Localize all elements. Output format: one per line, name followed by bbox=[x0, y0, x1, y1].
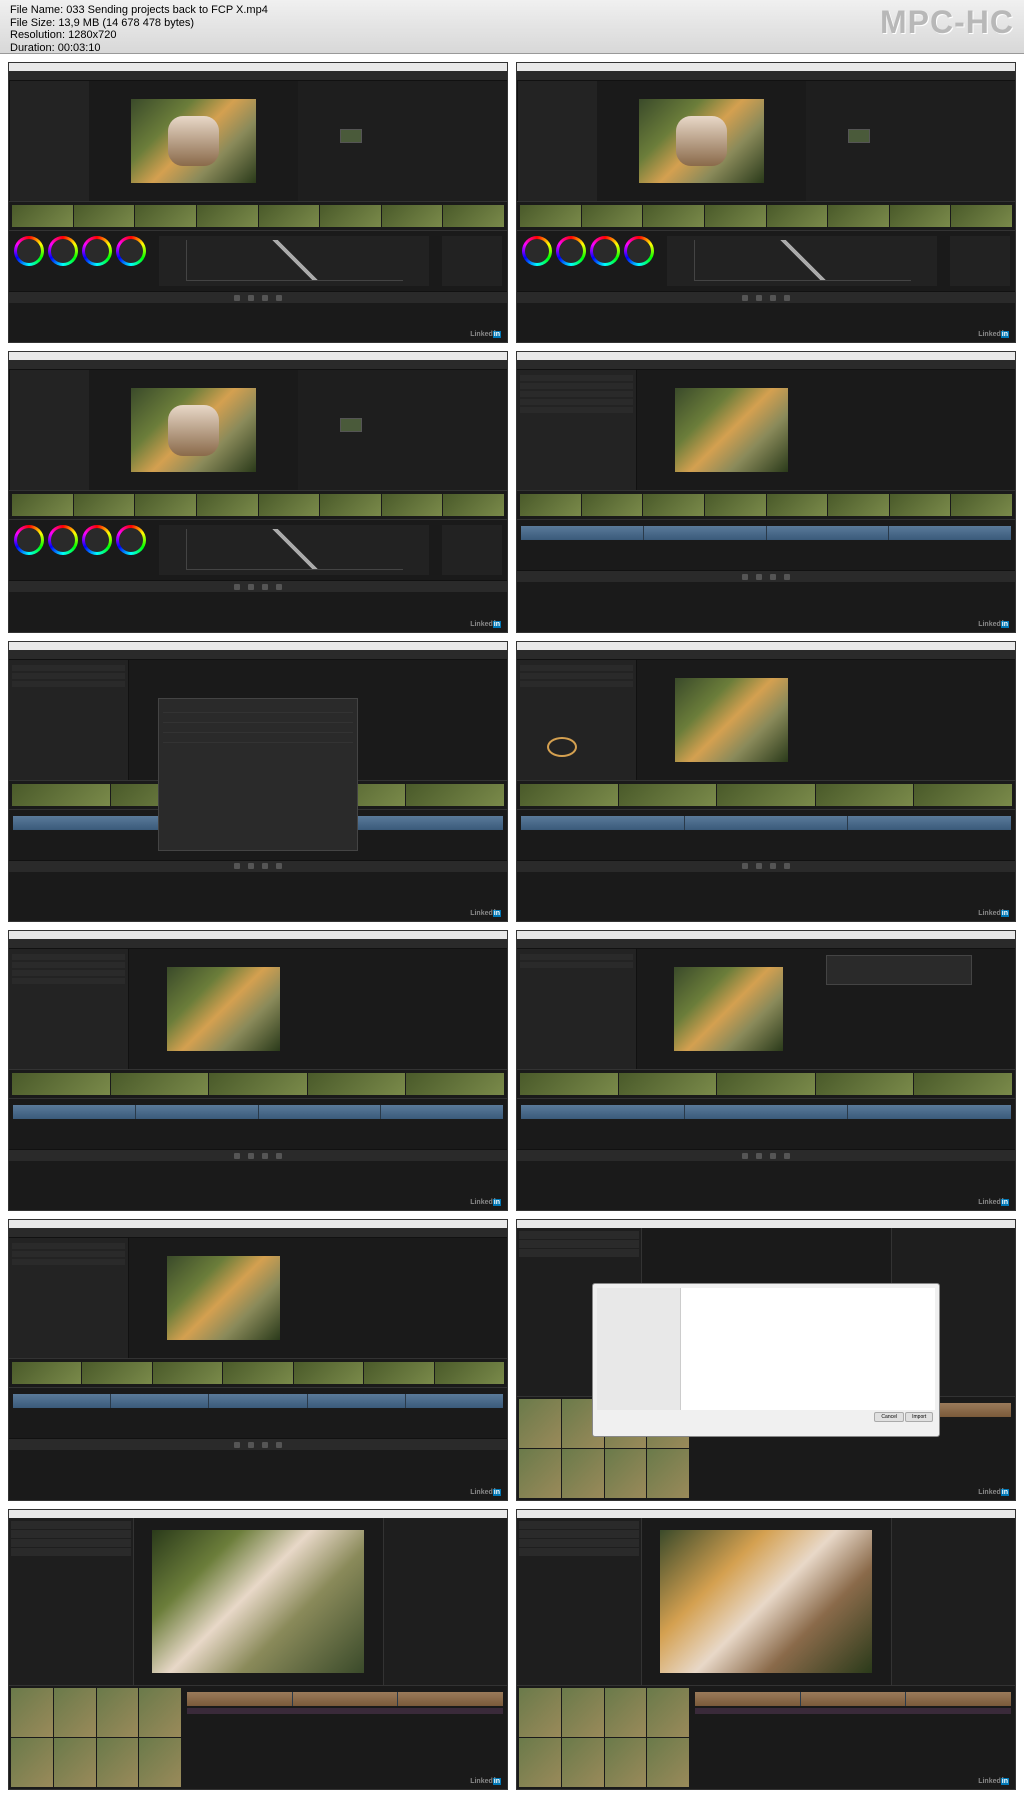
thumb-01[interactable]: Linkedin bbox=[8, 62, 508, 343]
thumb-10[interactable]: Cancel Import Linkedin bbox=[516, 1219, 1016, 1500]
resolution-label: Resolution: bbox=[10, 29, 65, 41]
render-queue bbox=[826, 370, 1015, 490]
viewer-image bbox=[675, 678, 788, 762]
file-info-header: File Name: 033 Sending projects back to … bbox=[0, 0, 1024, 54]
fcp-viewer[interactable] bbox=[134, 1518, 383, 1686]
import-dialog[interactable]: Cancel Import bbox=[592, 1283, 941, 1437]
file-name-value: 033 Sending projects back to FCP X.mp4 bbox=[66, 4, 268, 16]
file-metadata: File Name: 033 Sending projects back to … bbox=[10, 4, 268, 55]
viewer bbox=[89, 81, 298, 201]
toolbar bbox=[9, 71, 507, 81]
viewer-image bbox=[675, 388, 788, 472]
file-size-label: File Size: bbox=[10, 17, 55, 29]
thumb-07[interactable]: Linkedin bbox=[8, 930, 508, 1211]
viewer-image bbox=[131, 99, 256, 183]
fcp-viewer-image bbox=[660, 1530, 872, 1672]
gallery-panel bbox=[9, 81, 89, 201]
cancel-button[interactable]: Cancel bbox=[874, 1412, 904, 1422]
node-editor bbox=[298, 81, 507, 201]
thumbnail-grid: Linkedin Linkedin Linkedin bbox=[0, 54, 1024, 1798]
fcp-viewer-image bbox=[152, 1530, 364, 1672]
file-name-label: File Name: bbox=[10, 4, 63, 16]
viewer-image bbox=[131, 388, 256, 472]
menubar bbox=[9, 63, 507, 71]
thumb-02[interactable]: Linkedin bbox=[516, 62, 1016, 343]
color-page-icon[interactable] bbox=[262, 295, 268, 301]
highlight-annotation bbox=[547, 737, 577, 757]
gain-wheel[interactable] bbox=[82, 236, 112, 266]
offset-wheel[interactable] bbox=[116, 236, 146, 266]
dialog-favorites-sidebar[interactable] bbox=[597, 1288, 682, 1410]
thumb-03[interactable]: Linkedin bbox=[8, 351, 508, 632]
viewer-image bbox=[167, 1256, 280, 1340]
settings-dialog[interactable] bbox=[158, 698, 357, 852]
media-page-icon[interactable] bbox=[234, 295, 240, 301]
edit-page-icon[interactable] bbox=[248, 295, 254, 301]
viewer-image bbox=[167, 967, 280, 1051]
thumb-09[interactable]: Linkedin bbox=[8, 1219, 508, 1500]
render-queue-item[interactable] bbox=[820, 949, 1015, 1069]
viewer-image bbox=[674, 967, 784, 1051]
thumb-05[interactable]: Linkedin bbox=[8, 641, 508, 922]
file-size-value: 13,9 MB (14 678 478 bytes) bbox=[58, 17, 194, 29]
viewer-image bbox=[639, 99, 764, 183]
render-settings-panel[interactable] bbox=[517, 370, 637, 490]
mpc-hc-logo: MPC-HC bbox=[880, 4, 1014, 41]
filmstrip bbox=[9, 201, 507, 231]
duration-label: Duration: bbox=[10, 42, 55, 54]
color-wheels bbox=[14, 236, 146, 286]
resolution-value: 1280x720 bbox=[68, 29, 116, 41]
gamma-wheel[interactable] bbox=[48, 236, 78, 266]
thumb-12[interactable]: Linkedin bbox=[516, 1509, 1016, 1790]
fcp-inspector[interactable] bbox=[383, 1518, 508, 1686]
lift-wheel[interactable] bbox=[14, 236, 44, 266]
import-button[interactable]: Import bbox=[905, 1412, 933, 1422]
scopes-panel bbox=[442, 236, 502, 286]
thumb-06[interactable]: Linkedin bbox=[516, 641, 1016, 922]
thumb-11[interactable]: Linkedin bbox=[8, 1509, 508, 1790]
thumb-08[interactable]: Linkedin bbox=[516, 930, 1016, 1211]
linkedin-watermark: Linkedin bbox=[470, 331, 501, 338]
thumb-04[interactable]: Linkedin bbox=[516, 351, 1016, 632]
import-dialog-overlay: Cancel Import bbox=[517, 1220, 1015, 1499]
dialog-file-list[interactable] bbox=[681, 1288, 935, 1410]
page-nav bbox=[9, 291, 507, 303]
deliver-page-icon[interactable] bbox=[276, 295, 282, 301]
curves-editor[interactable] bbox=[159, 236, 429, 286]
duration-value: 00:03:10 bbox=[58, 42, 101, 54]
